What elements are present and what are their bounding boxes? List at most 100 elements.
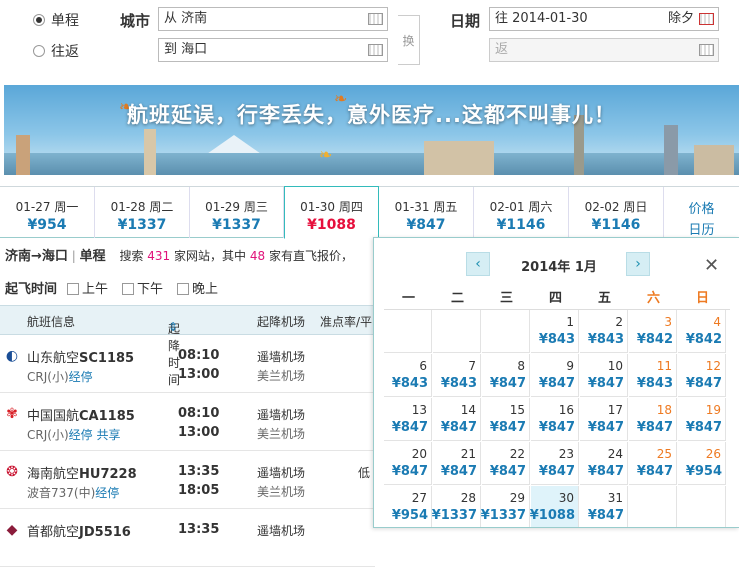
- calendar-empty-cell: [629, 486, 677, 527]
- calendar-day[interactable]: 29 ¥1337: [481, 486, 530, 527]
- calendar-day[interactable]: 22 ¥847: [482, 442, 530, 485]
- calendar-day-price: ¥847: [587, 376, 624, 391]
- calendar-day[interactable]: 24 ¥847: [580, 442, 628, 485]
- calendar-day[interactable]: 1 ¥843: [531, 310, 579, 353]
- calendar-day-price: ¥843: [440, 376, 477, 391]
- checkbox[interactable]: [67, 283, 80, 295]
- radio-button-unchecked[interactable]: [33, 45, 45, 57]
- date-tab[interactable]: 02-01 周六 ¥1146: [474, 187, 569, 238]
- calendar-day-number: 16: [558, 403, 574, 417]
- calendar-day[interactable]: 3 ¥842: [629, 310, 677, 353]
- date-tab-price: ¥1337: [212, 217, 261, 233]
- calendar-day-number: 9: [566, 359, 574, 373]
- flight-row[interactable]: ◐ 山东航空SC1185 CRJ(小)经停 08:10 13:00 遥墙机场 美…: [0, 335, 375, 393]
- swap-cities-button[interactable]: 换: [398, 15, 420, 65]
- flight-row[interactable]: ✾ 中国国航CA1185 CRJ(小)经停 共享 08:10 13:00 遥墙机…: [0, 393, 375, 451]
- calendar-day[interactable]: 8 ¥847: [482, 354, 530, 397]
- to-city-input[interactable]: 到 海口: [158, 38, 388, 62]
- date-tab-price: ¥1337: [117, 217, 167, 233]
- arrive-airport: 美兰机场: [257, 427, 306, 441]
- calendar-day[interactable]: 31 ¥847: [580, 486, 628, 527]
- date-tab[interactable]: 01-29 周三 ¥1337: [190, 187, 284, 238]
- one-way-radio[interactable]: 单程: [33, 10, 79, 30]
- calendar-day[interactable]: 20 ¥847: [384, 442, 432, 485]
- plane-type: CRJ(小): [27, 428, 69, 442]
- checkbox[interactable]: [177, 283, 190, 295]
- calendar-day[interactable]: 4 ¥842: [678, 310, 726, 353]
- price-calendar-toggle[interactable]: 价格 日历: [664, 187, 739, 238]
- calendar-day-selected[interactable]: 30 ¥1088: [530, 486, 579, 527]
- next-month-button[interactable]: ›: [626, 252, 650, 276]
- flight-number: SC1185: [79, 351, 135, 366]
- city-picker-icon[interactable]: [368, 13, 383, 25]
- col-punctuality: 准点率/平: [320, 315, 373, 329]
- summary-text: 搜索: [119, 249, 144, 263]
- stopover-link[interactable]: 经停: [95, 486, 119, 500]
- date-tab[interactable]: 01-27 周一 ¥954: [0, 187, 95, 238]
- calendar-day[interactable]: 9 ¥847: [531, 354, 579, 397]
- calendar-day[interactable]: 16 ¥847: [531, 398, 579, 441]
- calendar-day[interactable]: 10 ¥847: [580, 354, 628, 397]
- date-tab-price: ¥1146: [496, 217, 546, 233]
- from-city-input[interactable]: 从 济南: [158, 7, 388, 31]
- calendar-day[interactable]: 13 ¥847: [384, 398, 432, 441]
- calendar-day-price: ¥847: [587, 464, 624, 479]
- date-tab-selected[interactable]: 01-30 周四 ¥1088: [284, 186, 379, 239]
- calendar-icon[interactable]: [699, 13, 714, 25]
- date-tab[interactable]: 01-31 周五 ¥847: [379, 187, 474, 238]
- calendar-day[interactable]: 27 ¥954: [384, 486, 432, 527]
- close-icon[interactable]: ✕: [704, 255, 719, 276]
- calendar-day[interactable]: 26 ¥954: [678, 442, 726, 485]
- filter-evening[interactable]: 晚上: [177, 278, 218, 297]
- promo-banner[interactable]: ❧ ❧ ❧ 航班延误，行李丢失，意外医疗...这都不叫事儿！: [4, 85, 739, 175]
- calendar-day-number: 15: [509, 403, 525, 417]
- calendar-day[interactable]: 12 ¥847: [678, 354, 726, 397]
- calendar-day-price: ¥847: [685, 376, 722, 391]
- return-date-input[interactable]: 返: [489, 38, 719, 62]
- weekday-label: 五: [597, 291, 611, 306]
- calendar-day[interactable]: 19 ¥847: [678, 398, 726, 441]
- stopover-link[interactable]: 经停 共享: [69, 428, 121, 442]
- search-form: 单程 往返 城市 从 济南 到 海口 换 日期 往 2014-01-30 除夕 …: [0, 0, 739, 78]
- calendar-day[interactable]: 14 ¥847: [433, 398, 481, 441]
- calendar-day[interactable]: 2 ¥843: [580, 310, 628, 353]
- calendar-day[interactable]: 15 ¥847: [482, 398, 530, 441]
- date-price-strip: 01-27 周一 ¥954 01-28 周二 ¥1337 01-29 周三 ¥1…: [0, 186, 739, 239]
- calendar-day[interactable]: 25 ¥847: [629, 442, 677, 485]
- calendar-day[interactable]: 6 ¥843: [384, 354, 432, 397]
- date-tab[interactable]: 01-28 周二 ¥1337: [95, 187, 190, 238]
- filter-label: 晚上: [192, 282, 219, 297]
- checkbox[interactable]: [122, 283, 135, 295]
- flight-row[interactable]: ❂ 海南航空HU7228 波音737(中)经停 13:35 18:05 遥墙机场…: [0, 451, 375, 509]
- calendar-day[interactable]: 11 ¥843: [629, 354, 677, 397]
- calendar-day-price: ¥847: [391, 464, 428, 479]
- flight-row[interactable]: ◆ 首都航空JD5516 13:35 遥墙机场: [0, 509, 375, 567]
- radio-button-checked[interactable]: [33, 14, 45, 26]
- calendar-day-number: 1: [566, 315, 574, 329]
- calendar-day[interactable]: 23 ¥847: [531, 442, 579, 485]
- city-picker-icon[interactable]: [368, 44, 383, 56]
- depart-airport: 遥墙机场: [257, 466, 306, 480]
- stopover-link[interactable]: 经停: [69, 370, 93, 384]
- filter-afternoon[interactable]: 下午: [122, 278, 163, 297]
- sort-arrows-icon[interactable]: ⇕: [168, 320, 178, 334]
- calendar-day[interactable]: 21 ¥847: [433, 442, 481, 485]
- calendar-day-price: ¥847: [685, 420, 722, 435]
- calendar-day-price: ¥842: [685, 332, 722, 347]
- calendar-day[interactable]: 18 ¥847: [629, 398, 677, 441]
- calendar-day-number: 29: [509, 491, 525, 505]
- calendar-day[interactable]: 17 ¥847: [580, 398, 628, 441]
- calendar-icon[interactable]: [699, 44, 714, 56]
- capital-airlines-logo-icon: ◆: [6, 522, 18, 538]
- date-tab[interactable]: 02-02 周日 ¥1146: [569, 187, 664, 238]
- calendar-day[interactable]: 7 ¥843: [433, 354, 481, 397]
- flight-number: JD5516: [79, 525, 131, 540]
- plane-type: 波音737(中): [27, 486, 96, 500]
- calendar-day-price: ¥847: [489, 376, 526, 391]
- depart-date-input[interactable]: 往 2014-01-30 除夕: [489, 7, 719, 31]
- calendar-day[interactable]: 28 ¥1337: [432, 486, 481, 527]
- date-tab-date: 01-28 周二: [110, 200, 174, 214]
- calendar-day-number: 8: [517, 359, 525, 373]
- filter-morning[interactable]: 上午: [67, 278, 108, 297]
- round-trip-radio[interactable]: 往返: [33, 41, 79, 61]
